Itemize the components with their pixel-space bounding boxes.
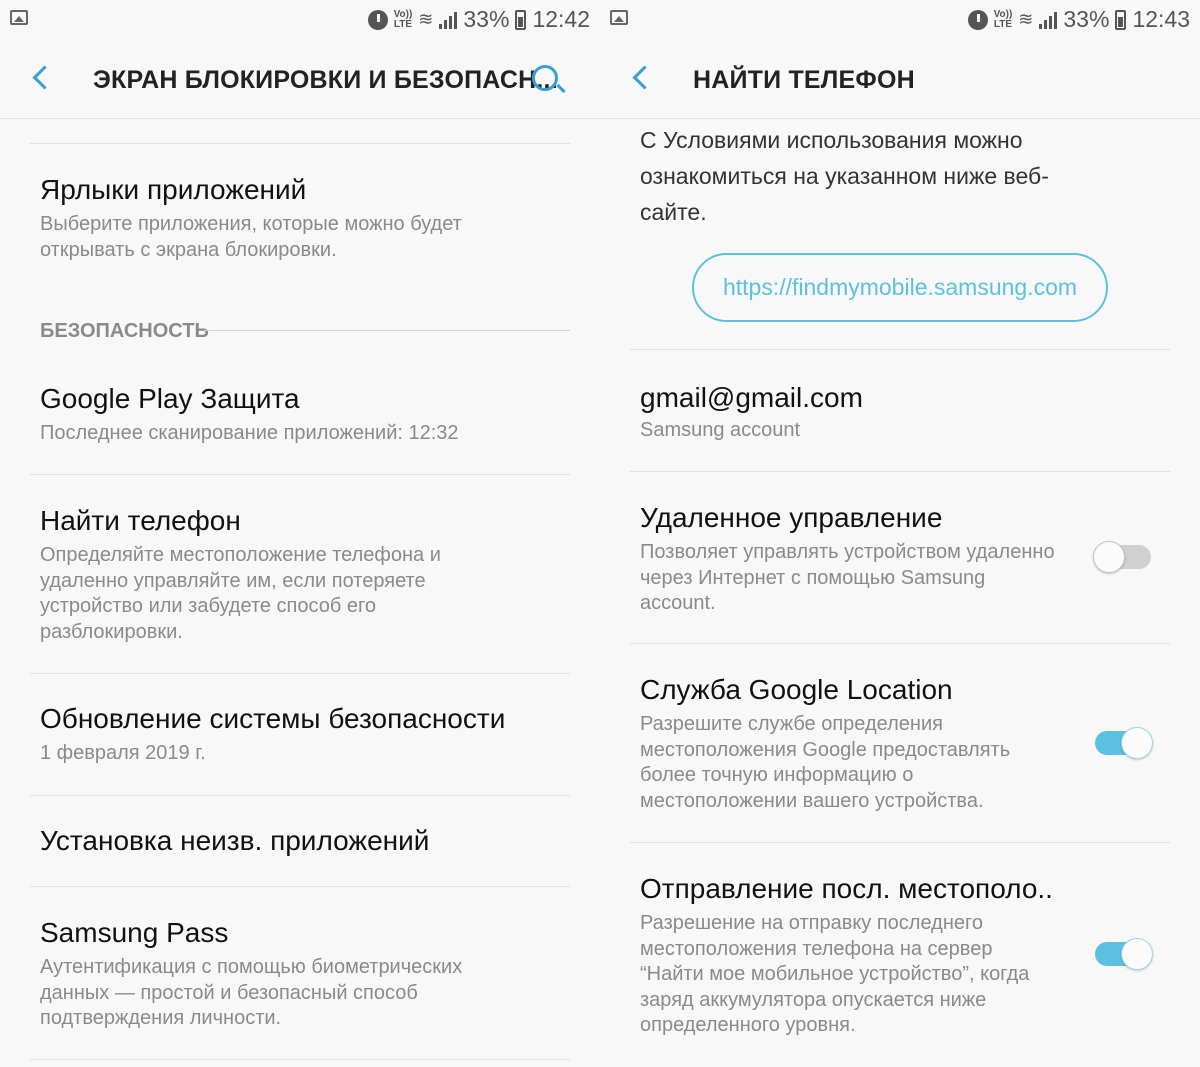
item-subtitle: Выберите приложения, которые можно будет… [40, 213, 462, 261]
findmymobile-link-button[interactable]: https://findmymobile.samsung.com [692, 253, 1108, 322]
battery-icon [515, 9, 527, 30]
item-title: Служба Google Location [640, 674, 953, 705]
section-header-security: БЕЗОПАСНОСТЬ [40, 320, 209, 342]
item-subtitle: Разрешение на отправку последнего местоп… [640, 912, 1030, 1036]
item-subtitle: Последнее сканирование приложений: 12:32 [40, 422, 459, 444]
item-subtitle: Определяйте местоположение телефона и уд… [40, 544, 441, 643]
item-title: Удаленное управление [640, 502, 943, 533]
status-bar: Vo)) LTE ≋ 33% 12:43 [600, 0, 1200, 42]
lock-screen-security-settings: Vo)) LTE ≋ 33% 12:42 ЭКРАН БЛОКИРОВКИ И Б… [0, 0, 600, 1067]
status-bar: Vo)) LTE ≋ 33% 12:42 [0, 0, 600, 42]
page-title: ЭКРАН БЛОКИРОВКИ И БЕЗОПАСН... [93, 66, 558, 94]
divider [30, 143, 570, 144]
signal-icon [439, 11, 458, 29]
image-notification-icon [610, 10, 628, 25]
page-title: НАЙТИ ТЕЛЕФОН [693, 66, 915, 94]
send-last-location-toggle[interactable] [1093, 938, 1153, 970]
divider [630, 643, 1170, 644]
account-label: Samsung account [640, 419, 801, 441]
divider [30, 795, 570, 796]
terms-intro-text: С Условиями использования можно ознакоми… [640, 127, 1049, 225]
signal-icon [1039, 11, 1058, 29]
section-divider [204, 330, 570, 331]
divider [30, 1059, 570, 1060]
search-icon[interactable] [532, 65, 558, 91]
item-title: Обновление системы безопасности [40, 703, 506, 734]
item-title: Установка неизв. приложений [40, 825, 430, 856]
item-title: Найти телефон [40, 505, 241, 536]
item-subtitle: Аутентификация с помощью биометрических … [40, 956, 463, 1029]
wifi-icon: ≋ [418, 9, 434, 29]
battery-percent: 33% [463, 6, 510, 32]
app-bar: НАЙТИ ТЕЛЕФОН [600, 42, 1200, 119]
divider [630, 471, 1170, 472]
item-title: Google Play Защита [40, 383, 300, 414]
divider [30, 886, 570, 887]
image-notification-icon [10, 10, 28, 25]
status-indicators: Vo)) LTE ≋ 33% 12:42 [367, 6, 590, 33]
item-title: Ярлыки приложений [40, 174, 307, 205]
account-email: gmail@gmail.com [640, 382, 863, 413]
item-subtitle: 1 февраля 2019 г. [40, 742, 206, 764]
google-location-toggle[interactable] [1093, 727, 1153, 759]
back-arrow-icon[interactable] [32, 65, 57, 90]
battery-icon [1115, 9, 1127, 30]
app-bar: ЭКРАН БЛОКИРОВКИ И БЕЗОПАСН... [0, 42, 600, 119]
alarm-icon [367, 9, 388, 30]
divider [630, 349, 1170, 350]
clock: 12:43 [1132, 6, 1190, 32]
item-subtitle: Разрешите службе определения местоположе… [640, 713, 1011, 812]
divider [630, 842, 1170, 843]
volte-icon: Vo)) LTE [393, 8, 413, 30]
volte-icon: Vo)) LTE [993, 8, 1013, 30]
remote-control-toggle[interactable] [1093, 541, 1153, 573]
status-indicators: Vo)) LTE ≋ 33% 12:43 [967, 6, 1190, 33]
alarm-icon [967, 9, 988, 30]
item-title: Отправление посл. местополо.. [640, 873, 1053, 904]
divider [30, 673, 570, 674]
wifi-icon: ≋ [1018, 9, 1034, 29]
back-arrow-icon[interactable] [632, 65, 657, 90]
battery-percent: 33% [1063, 6, 1110, 32]
item-title: Samsung Pass [40, 917, 229, 948]
item-subtitle: Позволяет управлять устройством удаленно… [640, 541, 1055, 614]
divider [30, 474, 570, 475]
clock: 12:42 [532, 6, 590, 32]
